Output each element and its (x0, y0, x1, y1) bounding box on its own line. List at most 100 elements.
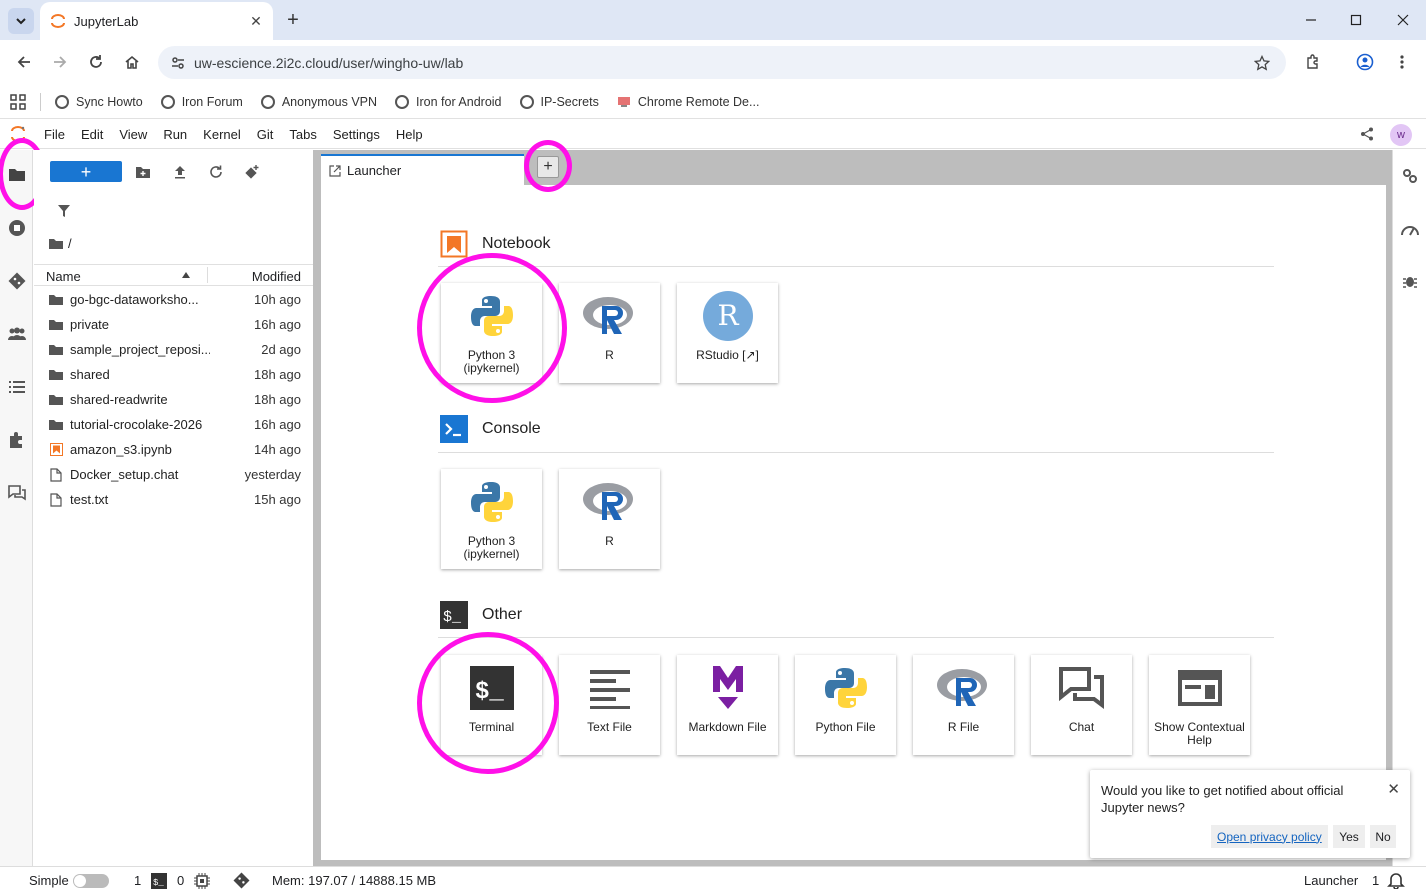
file-row[interactable]: amazon_s3.ipynb 14h ago (34, 437, 313, 462)
close-window-icon[interactable] (1380, 0, 1426, 40)
left-sidebar-rail (0, 150, 33, 866)
panel-splitter[interactable] (313, 150, 321, 866)
menu-kernel[interactable]: Kernel (195, 127, 249, 142)
file-row[interactable]: shared-readwrite 18h ago (34, 387, 313, 412)
right-sidebar-rail (1392, 150, 1426, 866)
bookmark-ip-secrets[interactable]: IP-Secrets (519, 94, 599, 109)
launcher-card-notebook[interactable]: R (559, 283, 660, 383)
chat-panel-icon[interactable] (6, 482, 28, 504)
forward-icon[interactable] (46, 48, 74, 76)
menu-tabs[interactable]: Tabs (281, 127, 324, 142)
file-row[interactable]: tutorial-crocolake-2026 16h ago (34, 412, 313, 437)
property-inspector-icon[interactable] (1399, 165, 1421, 187)
globe-icon (519, 94, 534, 109)
column-modified-header[interactable]: Modified (252, 269, 301, 284)
filter-icon[interactable] (58, 205, 70, 217)
launcher-card-other[interactable]: Chat (1031, 655, 1132, 755)
launcher-card-console[interactable]: Python 3 (ipykernel) (441, 469, 542, 569)
file-row[interactable]: sample_project_reposi... 2d ago (34, 337, 313, 362)
column-resizer[interactable] (207, 267, 208, 283)
column-name-header[interactable]: Name (46, 269, 81, 284)
launcher-card-notebook[interactable]: R RStudio [↗] (677, 283, 778, 383)
menu-view[interactable]: View (111, 127, 155, 142)
git-status-icon[interactable] (233, 872, 250, 889)
memory-usage: Mem: 197.07 / 14888.15 MB (272, 873, 437, 888)
no-button[interactable]: No (1370, 825, 1396, 848)
address-bar[interactable]: uw-escience.2i2c.cloud/user/wingho-uw/la… (158, 46, 1286, 79)
chrome-menu-icon[interactable] (1388, 48, 1416, 76)
notifications-count[interactable]: 1 (1372, 873, 1379, 888)
file-row[interactable]: Docker_setup.chat yesterday (34, 462, 313, 487)
breadcrumb-folder-icon[interactable] (49, 238, 63, 249)
bell-icon[interactable] (1387, 871, 1405, 889)
tab-launcher[interactable]: Launcher (321, 154, 524, 185)
new-launcher-button[interactable]: + (50, 161, 122, 182)
svg-text:R: R (717, 299, 739, 332)
launcher-card-other[interactable]: Markdown File (677, 655, 778, 755)
home-icon[interactable] (118, 48, 146, 76)
menu-settings[interactable]: Settings (325, 127, 388, 142)
collaborators-icon[interactable] (6, 323, 28, 345)
file-name: Docker_setup.chat (70, 467, 179, 482)
launcher-card-other[interactable]: Text File (559, 655, 660, 755)
debugger-bug-icon[interactable] (1399, 270, 1421, 292)
bookmark-iron-forum[interactable]: Iron Forum (160, 94, 243, 109)
launcher-card-other[interactable]: Show Contextual Help (1149, 655, 1250, 755)
file-modified: 10h ago (254, 292, 301, 307)
git-clone-icon[interactable] (243, 163, 261, 181)
close-tab-icon[interactable]: ✕ (245, 10, 267, 32)
profile-icon[interactable] (1351, 48, 1379, 76)
terminal-status-icon[interactable]: $_ (151, 873, 167, 889)
bookmark-star-icon[interactable] (1254, 54, 1270, 71)
launcher-card-other[interactable]: R File (913, 655, 1014, 755)
file-name: shared (70, 367, 110, 382)
bookmark-sync-howto[interactable]: Sync Howto (55, 94, 143, 109)
reload-icon[interactable] (82, 48, 110, 76)
apps-grid-icon[interactable] (10, 93, 26, 110)
launcher-card-console[interactable]: R (559, 469, 660, 569)
menu-run[interactable]: Run (155, 127, 195, 142)
privacy-policy-link[interactable]: Open privacy policy (1211, 825, 1328, 848)
minimize-icon[interactable] (1288, 0, 1334, 40)
refresh-icon[interactable] (207, 163, 225, 181)
file-name: go-bgc-dataworksho... (70, 292, 199, 307)
site-settings-icon[interactable] (170, 55, 186, 71)
kernels-count[interactable]: 0 (177, 873, 184, 888)
new-folder-icon[interactable] (134, 163, 152, 181)
browser-tab[interactable]: JupyterLab ✕ (40, 2, 273, 40)
launcher-card-other[interactable]: Python File (795, 655, 896, 755)
bookmark-iron-for-android[interactable]: Iron for Android (395, 94, 502, 109)
file-row[interactable]: go-bgc-dataworksho... 10h ago (34, 287, 313, 312)
menu-file[interactable]: File (36, 127, 73, 142)
file-name: tutorial-crocolake-2026 (70, 417, 203, 432)
running-sessions-icon[interactable] (6, 217, 28, 239)
extensions-icon[interactable] (1299, 48, 1327, 76)
terminals-count[interactable]: 1 (134, 873, 141, 888)
table-of-contents-icon[interactable] (6, 376, 28, 398)
file-row[interactable]: shared 18h ago (34, 362, 313, 387)
simple-mode-toggle[interactable] (73, 874, 109, 888)
user-avatar[interactable]: w (1390, 124, 1412, 146)
menu-git[interactable]: Git (249, 127, 282, 142)
upload-icon[interactable] (171, 163, 189, 181)
menu-help[interactable]: Help (388, 127, 431, 142)
file-row[interactable]: test.txt 15h ago (34, 487, 313, 512)
extensions-puzzle-icon[interactable] (6, 429, 28, 451)
kernel-chip-icon[interactable] (194, 873, 210, 889)
yes-button[interactable]: Yes (1333, 825, 1365, 848)
r-icon (559, 469, 660, 535)
close-icon[interactable]: ✕ (1387, 780, 1400, 798)
simple-mode-label: Simple (29, 873, 69, 888)
git-icon[interactable] (6, 270, 28, 292)
menu-edit[interactable]: Edit (73, 127, 111, 142)
breadcrumb-root[interactable]: / (68, 236, 72, 251)
maximize-icon[interactable] (1333, 0, 1379, 40)
tab-search-button[interactable] (8, 8, 34, 34)
back-icon[interactable] (10, 48, 38, 76)
resource-usage-icon[interactable] (1399, 218, 1421, 240)
bookmark-chrome-remote[interactable]: Chrome Remote De... (617, 95, 759, 109)
file-row[interactable]: private 16h ago (34, 312, 313, 337)
bookmark-anonymous-vpn[interactable]: Anonymous VPN (260, 94, 377, 109)
new-tab-button[interactable]: + (282, 9, 304, 31)
share-icon[interactable] (1360, 127, 1374, 141)
